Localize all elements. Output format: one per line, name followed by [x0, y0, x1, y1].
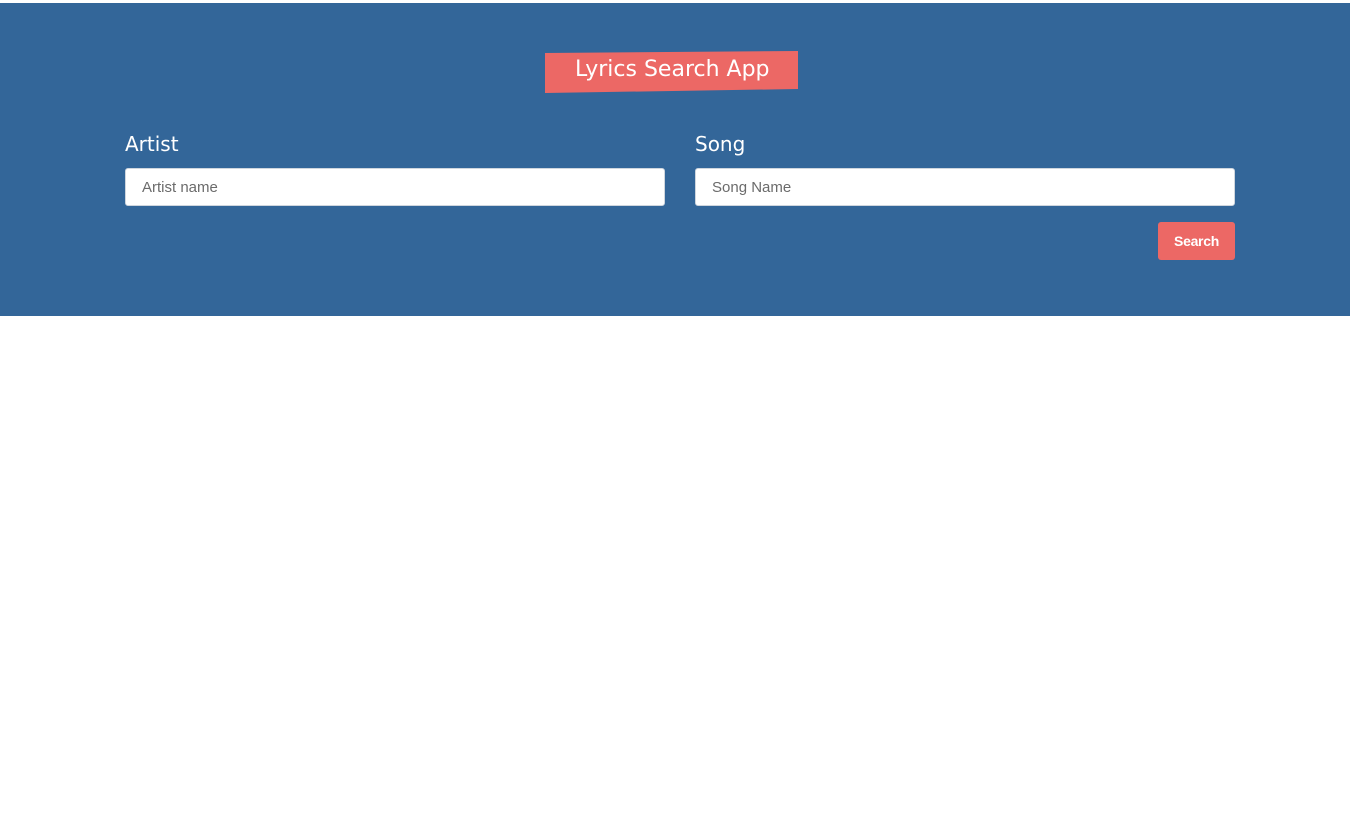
artist-input[interactable]: [125, 168, 665, 206]
song-input[interactable]: [695, 168, 1235, 206]
search-header: Lyrics Search App Artist Song Search: [0, 3, 1350, 316]
results-area: [0, 316, 1350, 816]
app-title: Lyrics Search App: [575, 57, 770, 82]
search-button[interactable]: Search: [1158, 222, 1235, 260]
song-label: Song: [695, 132, 746, 156]
artist-label: Artist: [125, 132, 179, 156]
